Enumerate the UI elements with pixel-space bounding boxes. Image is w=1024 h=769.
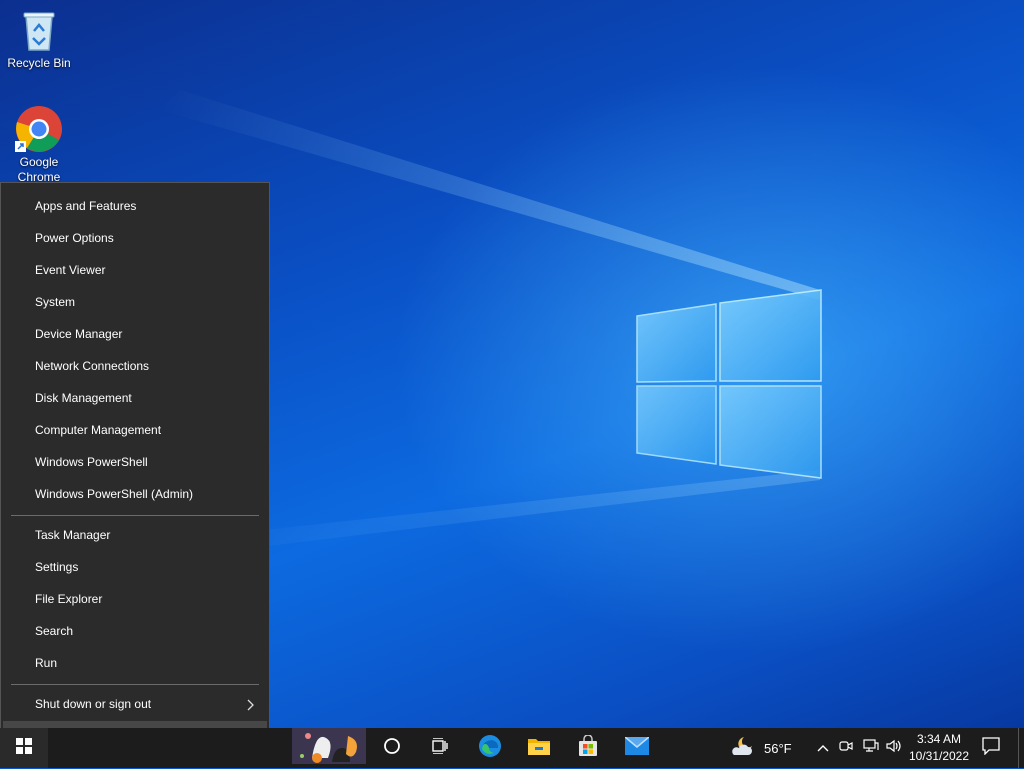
desktop-icon-recycle-bin[interactable]: Recycle Bin <box>1 6 77 71</box>
weather-temp: 56°F <box>764 740 792 756</box>
edge-button[interactable] <box>467 728 513 768</box>
camera-icon <box>839 739 853 758</box>
action-center-button[interactable] <box>972 728 1010 768</box>
search-circle-icon <box>383 737 401 760</box>
search-button[interactable] <box>369 728 415 768</box>
clock-time: 3:34 AM <box>916 732 962 746</box>
volume-button[interactable] <box>884 728 904 768</box>
microsoft-store-icon <box>577 733 599 762</box>
task-view-icon <box>431 736 449 759</box>
recycle-bin-label: Recycle Bin <box>7 56 71 70</box>
menu-item-system[interactable]: System <box>3 287 267 317</box>
taskbar: 56°F 3:34 AM 10/31/2022 <box>0 727 1024 769</box>
meet-now-button[interactable] <box>836 728 856 768</box>
speaker-icon <box>886 739 902 758</box>
file-explorer-icon <box>527 736 551 761</box>
menu-item-task-manager[interactable]: Task Manager <box>3 520 267 550</box>
halloween-doodle-icon <box>292 727 366 769</box>
task-view-button[interactable] <box>417 728 463 768</box>
chrome-icon <box>15 105 63 153</box>
menu-item-device-manager[interactable]: Device Manager <box>3 319 267 349</box>
menu-item-windows-powershell[interactable]: Windows PowerShell <box>3 447 267 477</box>
desktop-icon-chrome[interactable]: Google Chrome <box>1 105 77 185</box>
menu-item-apps-and-features[interactable]: Apps and Features <box>3 191 267 221</box>
menu-item-network-connections[interactable]: Network Connections <box>3 351 267 381</box>
clock-date: 10/31/2022 <box>908 749 970 763</box>
menu-item-disk-management[interactable]: Disk Management <box>3 383 267 413</box>
network-icon <box>863 738 879 758</box>
windows-start-icon <box>16 737 32 759</box>
mail-icon <box>624 735 650 760</box>
menu-item-power-options[interactable]: Power Options <box>3 223 267 253</box>
winx-context-menu: Apps and Features Power Options Event Vi… <box>0 182 270 760</box>
recycle-bin-icon <box>15 6 63 54</box>
network-button[interactable] <box>860 728 882 768</box>
weather-widget[interactable]: 56°F <box>730 728 800 768</box>
edge-icon <box>478 734 502 763</box>
shutdown-label: Shut down or sign out <box>35 697 152 711</box>
file-explorer-button[interactable] <box>516 728 562 768</box>
partly-cloudy-night-icon <box>730 735 756 762</box>
chevron-right-icon <box>247 689 255 719</box>
menu-item-event-viewer[interactable]: Event Viewer <box>3 255 267 285</box>
chrome-label: Google Chrome <box>17 155 61 184</box>
chevron-up-icon <box>817 739 829 757</box>
menu-item-file-explorer[interactable]: File Explorer <box>3 584 267 614</box>
show-desktop-button[interactable] <box>1018 728 1024 768</box>
start-button[interactable] <box>0 728 48 768</box>
clock[interactable]: 3:34 AM 10/31/2022 <box>906 731 972 765</box>
menu-item-computer-management[interactable]: Computer Management <box>3 415 267 445</box>
microsoft-store-button[interactable] <box>565 728 611 768</box>
menu-separator <box>11 515 259 516</box>
notification-icon <box>982 736 1000 760</box>
menu-item-search[interactable]: Search <box>3 616 267 646</box>
menu-separator <box>11 684 259 685</box>
menu-item-settings[interactable]: Settings <box>3 552 267 582</box>
halloween-doodle-button[interactable] <box>290 727 368 769</box>
menu-item-run[interactable]: Run <box>3 648 267 678</box>
show-hidden-icons-button[interactable] <box>812 728 834 768</box>
mail-button[interactable] <box>614 728 660 768</box>
menu-item-windows-powershell-admin[interactable]: Windows PowerShell (Admin) <box>3 479 267 509</box>
menu-item-shut-down-or-sign-out[interactable]: Shut down or sign out <box>3 689 267 719</box>
